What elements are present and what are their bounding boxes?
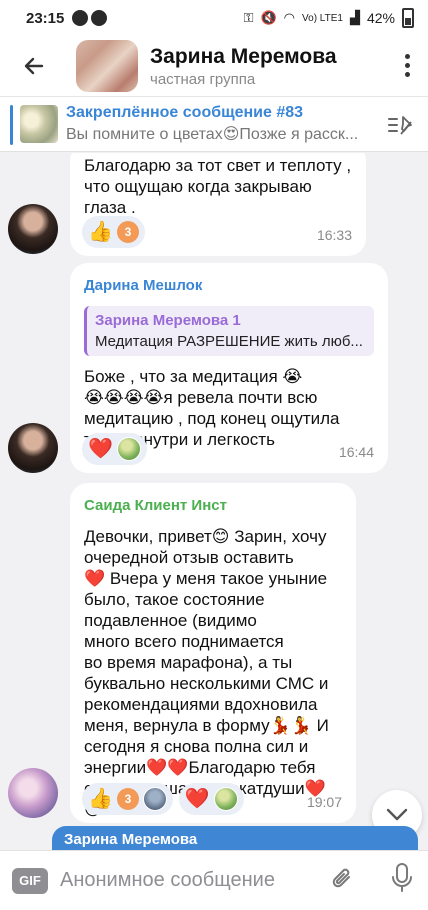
reactor-avatar bbox=[116, 437, 141, 461]
pinned-preview: Вы помните о цветах😍Позже я расск... bbox=[66, 126, 359, 143]
reaction-count: 3 bbox=[116, 788, 139, 810]
thumbs-up-icon: 👍 bbox=[88, 788, 113, 810]
thumbs-up-icon: 👍 bbox=[88, 221, 113, 243]
message-text: Девочки, привет😊 Зарин, хочу очередной о… bbox=[84, 527, 329, 819]
wifi-icon: ◠ bbox=[283, 10, 296, 25]
mute-icon: 🔇 bbox=[260, 10, 277, 25]
chat-header: Зарина Меремова частная группа bbox=[0, 36, 428, 96]
message-composer: GIF bbox=[0, 850, 428, 910]
network-label: Vo) LTE1 bbox=[302, 12, 343, 24]
signal-icon: ▟ bbox=[349, 10, 360, 25]
reactions: 👍 3 ❤️ bbox=[82, 783, 244, 815]
battery-icon bbox=[402, 8, 414, 28]
chat-subtitle: частная группа bbox=[150, 70, 256, 88]
reply-author: Зарина Меремова 1 bbox=[95, 312, 241, 329]
message-time: 16:33 bbox=[316, 227, 352, 243]
reply-text: Медитация РАЗРЕШЕНИЕ жить люб... bbox=[95, 333, 363, 350]
message-bubble[interactable]: Дарина Мешлок Зарина Меремова 1 Медитаци… bbox=[70, 263, 388, 473]
message-input[interactable] bbox=[60, 869, 330, 892]
more-menu-icon[interactable] bbox=[400, 54, 414, 77]
message-time: 16:44 bbox=[338, 444, 374, 460]
message-text: Благодарю за тот свет и теплоту , что ощ… bbox=[84, 156, 352, 217]
message-bubble[interactable]: Благодарю за тот свет и теплоту , что ощ… bbox=[70, 153, 366, 256]
gif-button[interactable]: GIF bbox=[12, 867, 48, 894]
reaction-heart[interactable]: ❤️ bbox=[82, 433, 147, 465]
pinned-title: Закреплённое сообщение #83 bbox=[66, 104, 304, 121]
arrow-left-icon bbox=[24, 57, 44, 75]
message-sender: Дарина Мешлок bbox=[84, 277, 203, 294]
header-titles[interactable]: Зарина Меремова частная группа bbox=[150, 45, 337, 88]
message-bubble[interactable]: Саида Клиент Инст Девочки, привет😊 Зарин… bbox=[70, 483, 356, 823]
message-sender: Саида Клиент Инст bbox=[84, 497, 227, 514]
sender-avatar[interactable] bbox=[8, 768, 58, 818]
key-icon: ⚿ bbox=[243, 10, 254, 25]
reaction-thumbs-up[interactable]: 👍 3 bbox=[82, 216, 145, 248]
reply-quote[interactable]: Зарина Меремова 1 Медитация РАЗРЕШЕНИЕ ж… bbox=[84, 306, 374, 356]
sender-avatar[interactable] bbox=[8, 423, 58, 473]
message-time: 19:07 bbox=[306, 794, 342, 810]
pinned-indicator bbox=[10, 105, 13, 145]
reactor-avatar bbox=[142, 787, 167, 811]
pinned-message-bar[interactable]: Закреплённое сообщение #83 Вы помните о … bbox=[0, 96, 428, 152]
reactions: ❤️ bbox=[82, 433, 147, 465]
reactions: 👍 3 bbox=[82, 216, 145, 248]
heart-icon: ❤️ bbox=[88, 438, 113, 460]
status-bar: 23:15 ⚿ 🔇 ◠ Vo) LTE1 ▟ 42% bbox=[0, 0, 428, 36]
reaction-thumbs-up[interactable]: 👍 3 bbox=[82, 783, 173, 815]
back-button[interactable] bbox=[8, 40, 60, 92]
message-list[interactable]: Благодарю за тот свет и теплоту , что ощ… bbox=[0, 153, 428, 833]
attach-icon[interactable] bbox=[330, 866, 356, 892]
microphone-icon[interactable] bbox=[390, 862, 414, 894]
status-icons: ⚿ 🔇 ◠ Vo) LTE1 ▟ 42% bbox=[244, 8, 414, 28]
reactor-avatar bbox=[213, 787, 238, 811]
chat-title: Зарина Меремова bbox=[150, 44, 337, 68]
reaction-heart[interactable]: ❤️ bbox=[178, 783, 244, 815]
sender-avatar[interactable] bbox=[8, 204, 58, 254]
chevron-down-icon bbox=[386, 808, 408, 821]
status-time: 23:15 bbox=[26, 9, 65, 27]
heart-icon: ❤️ bbox=[184, 788, 210, 810]
pinned-thumbnail bbox=[20, 105, 58, 143]
unpin-icon[interactable] bbox=[386, 113, 416, 137]
notification-dots bbox=[72, 10, 108, 26]
next-message-preview[interactable]: Зарина Меремова bbox=[52, 826, 418, 850]
reaction-count: 3 bbox=[116, 221, 139, 243]
battery-percent: 42% bbox=[366, 10, 395, 26]
group-avatar[interactable] bbox=[76, 40, 138, 92]
